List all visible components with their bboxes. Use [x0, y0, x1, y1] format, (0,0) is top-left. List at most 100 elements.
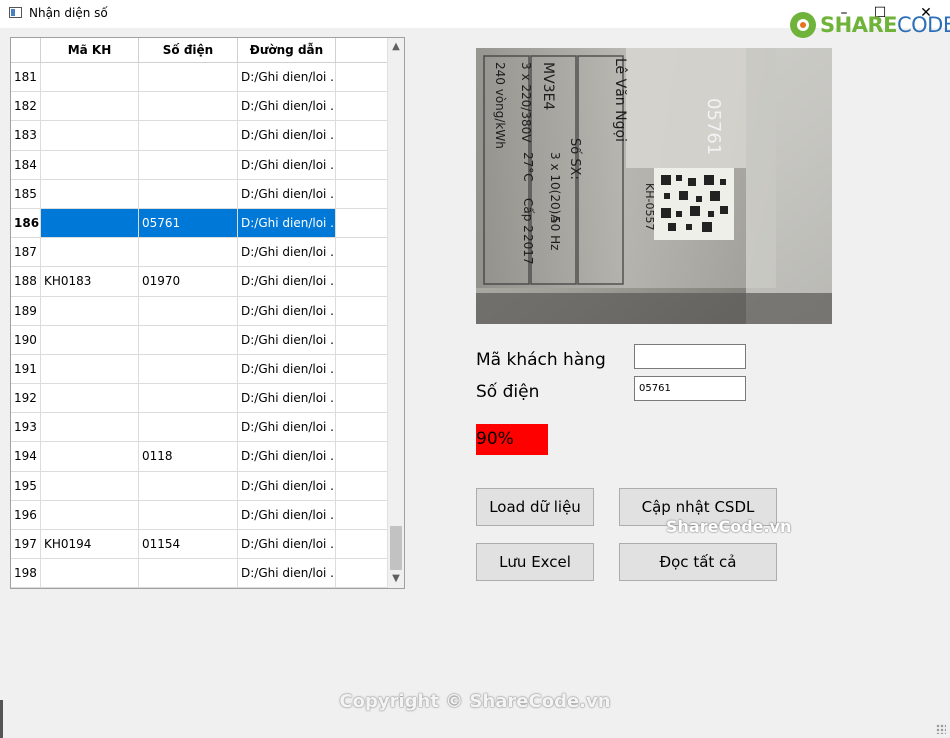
vertical-scrollbar[interactable]: ▲ ▼ — [387, 38, 404, 588]
duong-dan-cell[interactable]: D:/Ghi dien/loi ... — [238, 413, 336, 442]
ma-kh-cell[interactable] — [41, 208, 139, 238]
so-dien-cell[interactable] — [139, 121, 238, 150]
duong-dan-cell[interactable]: D:/Ghi dien/loi ... — [238, 296, 336, 325]
table-row[interactable]: 189 D:/Ghi dien/loi ... — [11, 296, 388, 326]
data-grid[interactable]: Mã KH Số điện Đường dẫn 181 D:/Ghi dien/l… — [10, 37, 405, 589]
ma-kh-cell[interactable] — [41, 296, 139, 325]
scroll-thumb[interactable] — [390, 526, 402, 570]
column-header-so-dien[interactable]: Số điện — [139, 38, 238, 62]
row-number-cell[interactable]: 195 — [11, 471, 41, 500]
load-data-button[interactable]: Load dữ liệu — [476, 488, 594, 526]
so-dien-cell[interactable]: 01970 — [139, 267, 238, 296]
column-header-ma-kh[interactable]: Mã KH — [41, 38, 139, 62]
table-row[interactable]: 193 D:/Ghi dien/loi ... — [11, 413, 388, 443]
duong-dan-cell[interactable]: D:/Ghi dien/loi ... — [238, 384, 336, 413]
column-header-duong-dan[interactable]: Đường dẫn — [238, 38, 336, 62]
duong-dan-cell[interactable]: D:/Ghi dien/loi ... — [238, 354, 336, 384]
scroll-up-arrow-icon[interactable]: ▲ — [388, 39, 404, 55]
duong-dan-cell[interactable]: D:/Ghi dien/loi ... — [238, 179, 336, 208]
row-number-cell[interactable]: 196 — [11, 500, 41, 529]
table-row[interactable]: 195 D:/Ghi dien/loi ... — [11, 471, 388, 501]
meter-reading-input[interactable]: 05761 — [634, 376, 746, 401]
ma-kh-cell[interactable] — [41, 442, 139, 471]
duong-dan-cell[interactable]: D:/Ghi dien/loi ... — [238, 238, 336, 267]
so-dien-cell[interactable] — [139, 413, 238, 442]
so-dien-cell[interactable] — [139, 384, 238, 413]
table-row[interactable]: 188 KH0183 01970 D:/Ghi dien/loi ... — [11, 267, 388, 297]
save-excel-button[interactable]: Lưu Excel — [476, 543, 594, 581]
so-dien-cell[interactable] — [139, 179, 238, 208]
so-dien-cell[interactable]: 05761 — [139, 208, 238, 238]
so-dien-cell[interactable]: 0118 — [139, 442, 238, 471]
read-all-button[interactable]: Đọc tất cả — [619, 543, 777, 581]
duong-dan-cell[interactable]: D:/Ghi dien/loi ... — [238, 92, 336, 121]
so-dien-cell[interactable] — [139, 471, 238, 500]
ma-kh-cell[interactable] — [41, 325, 139, 354]
table-row[interactable]: 185 D:/Ghi dien/loi ... — [11, 179, 388, 209]
ma-kh-cell[interactable] — [41, 63, 139, 92]
ma-kh-cell[interactable] — [41, 354, 139, 384]
row-number-cell[interactable]: 187 — [11, 238, 41, 267]
table-row[interactable]: 198 D:/Ghi dien/loi ... — [11, 559, 388, 588]
so-dien-cell[interactable] — [139, 63, 238, 92]
table-row[interactable]: 197 KH0194 01154 D:/Ghi dien/loi ... — [11, 530, 388, 560]
duong-dan-cell[interactable]: D:/Ghi dien/loi ... — [238, 500, 336, 529]
table-row[interactable]: 196 D:/Ghi dien/loi ... — [11, 500, 388, 530]
row-number-cell[interactable]: 194 — [11, 442, 41, 471]
row-number-cell[interactable]: 193 — [11, 413, 41, 442]
duong-dan-cell[interactable]: D:/Ghi dien/loi ... — [238, 530, 336, 559]
duong-dan-cell[interactable]: D:/Ghi dien/loi ... — [238, 325, 336, 354]
ma-kh-cell[interactable] — [41, 238, 139, 267]
ma-kh-cell[interactable] — [41, 559, 139, 588]
ma-kh-cell[interactable] — [41, 384, 139, 413]
so-dien-cell[interactable] — [139, 500, 238, 529]
duong-dan-cell[interactable]: D:/Ghi dien/loi ... — [238, 442, 336, 471]
duong-dan-cell[interactable]: D:/Ghi dien/loi ... — [238, 471, 336, 500]
row-number-cell[interactable]: 185 — [11, 179, 41, 208]
table-row[interactable]: 184 D:/Ghi dien/loi ... — [11, 150, 388, 180]
row-number-cell[interactable]: 186 — [11, 208, 41, 238]
ma-kh-cell[interactable]: KH0194 — [41, 530, 139, 559]
ma-kh-cell[interactable] — [41, 92, 139, 121]
duong-dan-cell[interactable]: D:/Ghi dien/loi ... — [238, 267, 336, 296]
so-dien-cell[interactable]: 01154 — [139, 530, 238, 559]
row-header-corner[interactable] — [11, 38, 41, 62]
table-row[interactable]: 181 D:/Ghi dien/loi ... — [11, 63, 388, 93]
resize-grip-icon[interactable] — [936, 724, 946, 734]
ma-kh-cell[interactable] — [41, 413, 139, 442]
so-dien-cell[interactable] — [139, 296, 238, 325]
customer-id-input[interactable] — [634, 344, 746, 369]
row-number-cell[interactable]: 184 — [11, 150, 41, 179]
duong-dan-cell[interactable]: D:/Ghi dien/loi ... — [238, 63, 336, 92]
so-dien-cell[interactable] — [139, 559, 238, 588]
ma-kh-cell[interactable] — [41, 179, 139, 208]
table-row[interactable]: 190 D:/Ghi dien/loi ... — [11, 325, 388, 355]
duong-dan-cell[interactable]: D:/Ghi dien/loi ... — [238, 208, 336, 238]
row-number-cell[interactable]: 188 — [11, 267, 41, 296]
scroll-down-arrow-icon[interactable]: ▼ — [388, 571, 404, 587]
ma-kh-cell[interactable] — [41, 471, 139, 500]
ma-kh-cell[interactable] — [41, 121, 139, 150]
so-dien-cell[interactable] — [139, 92, 238, 121]
ma-kh-cell[interactable] — [41, 150, 139, 179]
so-dien-cell[interactable] — [139, 354, 238, 384]
row-number-cell[interactable]: 183 — [11, 121, 41, 150]
row-number-cell[interactable]: 190 — [11, 325, 41, 354]
row-number-cell[interactable]: 197 — [11, 530, 41, 559]
table-row[interactable]: 182 D:/Ghi dien/loi ... — [11, 92, 388, 122]
row-number-cell[interactable]: 191 — [11, 354, 41, 384]
row-number-cell[interactable]: 182 — [11, 92, 41, 121]
ma-kh-cell[interactable]: KH0183 — [41, 267, 139, 296]
table-row[interactable]: 187 D:/Ghi dien/loi ... — [11, 238, 388, 268]
table-row[interactable]: 191 D:/Ghi dien/loi ... — [11, 354, 388, 385]
ma-kh-cell[interactable] — [41, 500, 139, 529]
so-dien-cell[interactable] — [139, 238, 238, 267]
table-row[interactable]: 192 D:/Ghi dien/loi ... — [11, 384, 388, 414]
duong-dan-cell[interactable]: D:/Ghi dien/loi ... — [238, 559, 336, 588]
row-number-cell[interactable]: 192 — [11, 384, 41, 413]
duong-dan-cell[interactable]: D:/Ghi dien/loi ... — [238, 150, 336, 179]
so-dien-cell[interactable] — [139, 150, 238, 179]
row-number-cell[interactable]: 189 — [11, 296, 41, 325]
table-row[interactable]: 194 0118 D:/Ghi dien/loi ... — [11, 442, 388, 472]
table-row-selected[interactable]: 186 05761 D:/Ghi dien/loi ... — [11, 208, 388, 239]
